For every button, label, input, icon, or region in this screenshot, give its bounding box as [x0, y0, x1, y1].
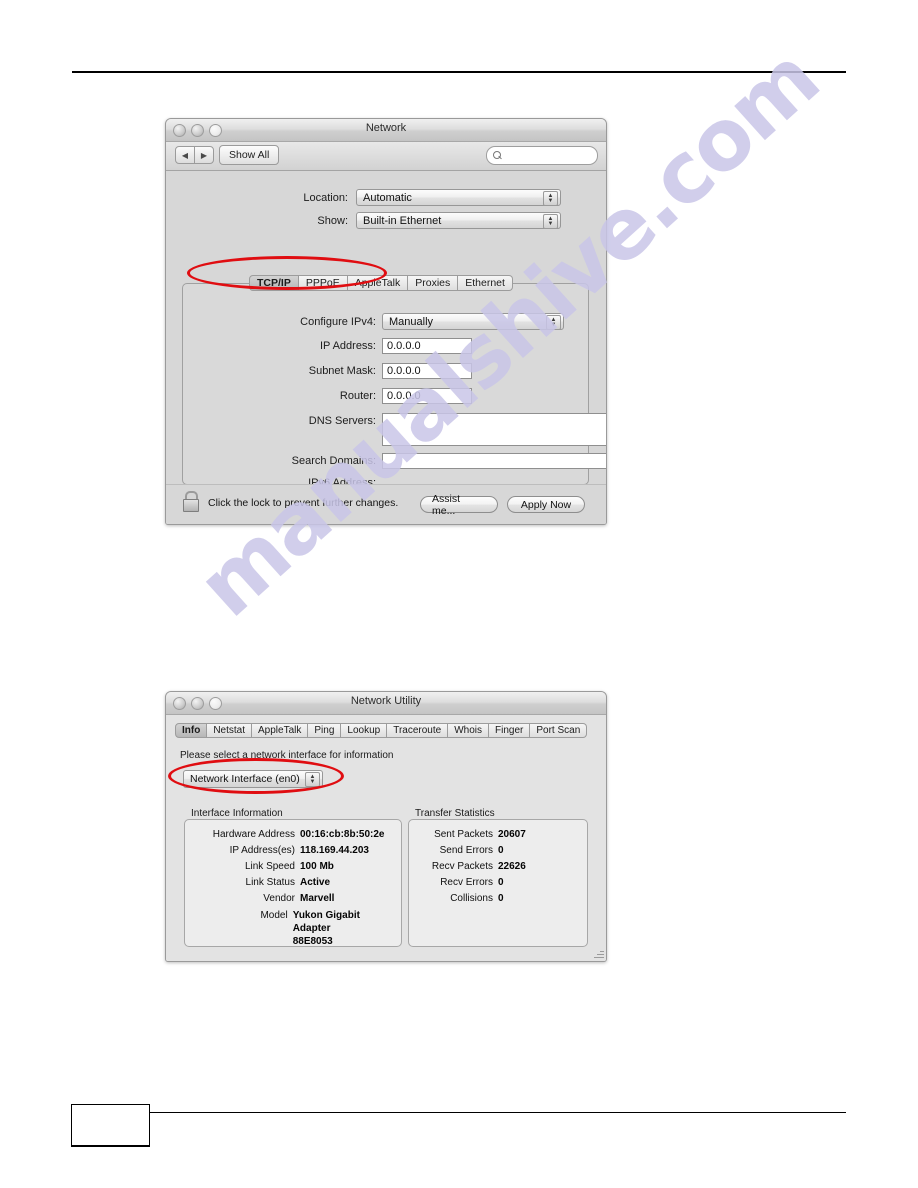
assist-me-button[interactable]: Assist me...: [420, 493, 498, 517]
tab-port-scan[interactable]: Port Scan: [530, 723, 588, 738]
network-utility-title: Network Utility: [350, 695, 422, 707]
show-label: Show:: [317, 214, 348, 227]
tab-pppoe[interactable]: PPPoE: [298, 275, 348, 291]
search-field[interactable]: [486, 146, 598, 165]
show-row: Show: Built-in Ethernet ▲ ▼: [262, 212, 578, 229]
list-item: Link Status Active: [245, 877, 331, 888]
show-all-button[interactable]: Show All: [219, 145, 280, 165]
list-item: Sent Packets 20607: [434, 829, 526, 840]
tab-netstat[interactable]: Netstat: [207, 723, 253, 738]
router-row: Router: 0.0.0.0: [194, 388, 472, 404]
network-tab-strip[interactable]: TCP/IP PPPoE AppleTalk Proxies Ethernet: [249, 275, 513, 291]
forward-icon[interactable]: ▶: [195, 147, 213, 163]
list-item: Link Speed 100 Mb: [244, 861, 334, 872]
page-number-box: [71, 1104, 150, 1147]
interface-information-box: Hardware Address 00:16:cb:8b:50:2e IP Ad…: [184, 819, 402, 947]
dns-servers-row: DNS Servers:: [194, 413, 606, 446]
network-utility-window[interactable]: Network Utility Info Netstat AppleTalk P…: [165, 691, 607, 962]
dns-servers-label: DNS Servers:: [308, 415, 376, 427]
list-item: Vendor Marvell: [263, 893, 335, 904]
tab-appletalk[interactable]: AppleTalk: [347, 275, 409, 291]
location-select[interactable]: Automatic ▲ ▼: [356, 189, 561, 206]
subnet-mask-label: Subnet Mask:: [308, 365, 376, 377]
location-row: Location: Automatic ▲ ▼: [262, 189, 578, 206]
page-footer-rule: [148, 1112, 846, 1113]
router-input[interactable]: 0.0.0.0: [382, 388, 472, 404]
ip-address-label: IP Address:: [319, 340, 376, 352]
dns-servers-input[interactable]: [382, 413, 606, 446]
configure-ipv4-select[interactable]: Manually ▲ ▼: [382, 313, 564, 330]
network-interface-select[interactable]: Network Interface (en0) ▲ ▼: [183, 770, 323, 788]
interface-information-title: Interface Information: [188, 808, 286, 819]
tab-finger[interactable]: Finger: [488, 723, 531, 738]
tab-lookup[interactable]: Lookup: [341, 723, 388, 738]
back-icon[interactable]: ◀: [176, 147, 195, 163]
subnet-mask-row: Subnet Mask: 0.0.0.0: [194, 363, 472, 379]
list-item: Recv Errors 0: [440, 877, 504, 888]
network-utility-titlebar[interactable]: Network Utility: [166, 692, 606, 715]
network-utility-tab-strip[interactable]: Info Netstat AppleTalk Ping Lookup Trace…: [175, 723, 588, 738]
chevron-updown-icon: ▲ ▼: [546, 315, 561, 330]
network-interface-select-value: Network Interface (en0): [190, 773, 300, 785]
chevron-updown-icon: ▲ ▼: [543, 214, 558, 229]
configure-ipv4-value: Manually: [389, 315, 434, 328]
search-domains-label: Search Domains:: [291, 455, 376, 467]
location-label: Location:: [303, 191, 348, 204]
ip-address-input[interactable]: 0.0.0.0: [382, 338, 472, 354]
transfer-statistics-title: Transfer Statistics: [412, 808, 498, 819]
apply-now-button[interactable]: Apply Now: [507, 496, 585, 513]
subnet-mask-input[interactable]: 0.0.0.0: [382, 363, 472, 379]
resize-grip[interactable]: [593, 948, 604, 959]
list-item: IP Address(es) 118.169.44.203: [229, 845, 369, 856]
location-select-value: Automatic: [363, 191, 412, 204]
tab-tcpip[interactable]: TCP/IP: [249, 275, 299, 291]
network-utility-body: Info Netstat AppleTalk Ping Lookup Trace…: [166, 715, 606, 961]
list-item: Send Errors 0: [439, 845, 504, 856]
tab-ping[interactable]: Ping: [308, 723, 342, 738]
tab-ethernet[interactable]: Ethernet: [458, 275, 513, 291]
ip-address-row: IP Address: 0.0.0.0: [194, 338, 472, 354]
network-window-body: Location: Automatic ▲ ▼ Show: Built-in Et…: [166, 171, 606, 524]
configure-ipv4-label: Configure IPv4:: [300, 315, 376, 328]
lock-hint-text: Click the lock to prevent further change…: [208, 497, 399, 509]
chevron-updown-icon: ▲ ▼: [543, 191, 558, 206]
page-header-rule: [72, 71, 846, 73]
tab-traceroute[interactable]: Traceroute: [387, 723, 449, 738]
router-label: Router:: [339, 390, 376, 402]
tab-proxies[interactable]: Proxies: [408, 275, 459, 291]
network-window-footer: Click the lock to prevent further change…: [166, 484, 606, 524]
unlocked-padlock-icon[interactable]: [183, 491, 200, 512]
transfer-statistics-box: Sent Packets 20607 Send Errors 0 Recv Pa…: [408, 819, 588, 947]
show-select[interactable]: Built-in Ethernet ▲ ▼: [356, 212, 561, 229]
show-select-value: Built-in Ethernet: [363, 214, 442, 227]
configure-ipv4-row: Configure IPv4: Manually ▲ ▼: [194, 313, 584, 330]
nav-segmented-control[interactable]: ◀ ▶: [175, 146, 214, 164]
search-domains-row: Search Domains: (Optional): [194, 453, 606, 469]
chevron-updown-icon: ▲ ▼: [305, 772, 320, 787]
list-item: Model Yukon Gigabit Adapter 88E8053: [260, 910, 360, 947]
list-item: Recv Packets 22626: [431, 861, 526, 872]
interface-instruction-text: Please select a network interface for in…: [180, 750, 394, 761]
list-item: Hardware Address 00:16:cb:8b:50:2e: [212, 829, 385, 840]
tab-whois[interactable]: Whois: [448, 723, 489, 738]
network-window-title: Network: [365, 122, 407, 134]
list-item: Collisions 0: [450, 893, 504, 904]
network-window-titlebar[interactable]: Network: [166, 119, 606, 142]
search-icon: [493, 151, 502, 160]
network-preferences-window[interactable]: Network ◀ ▶ Show All Location: Automatic…: [165, 118, 607, 525]
search-domains-input[interactable]: [382, 453, 606, 469]
tab-info[interactable]: Info: [175, 723, 208, 738]
network-toolbar: ◀ ▶ Show All: [166, 142, 606, 171]
tab-appletalk[interactable]: AppleTalk: [252, 723, 309, 738]
